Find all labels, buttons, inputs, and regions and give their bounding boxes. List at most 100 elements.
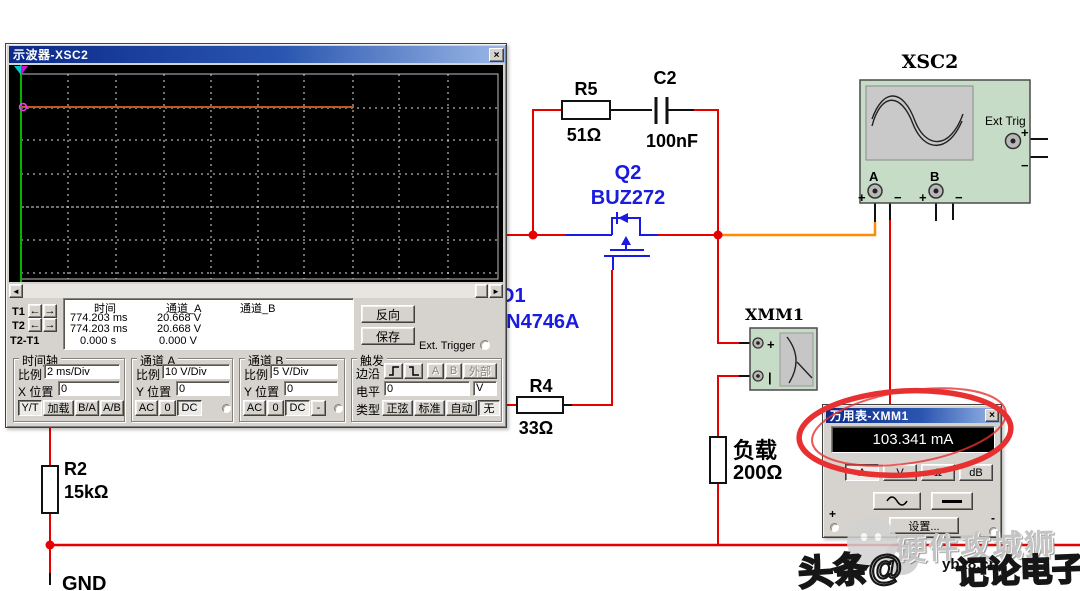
resistor-load[interactable]: 负载 200Ω — [710, 437, 782, 484]
trigger-source-b-button[interactable]: B — [445, 363, 462, 379]
resistor-r5[interactable]: R5 51Ω — [562, 79, 610, 145]
resistor-r4[interactable]: R4 33Ω — [517, 376, 563, 438]
oscilloscope-xsc2-icon[interactable]: XSC2 Ext Trig + − A B + − + − — [858, 51, 1030, 205]
mode-add-button[interactable]: 加载 — [43, 400, 74, 416]
channel-a-group: 通道 A 比例 Y 位置 AC 0 DC — [131, 358, 233, 422]
dc-dash-icon — [942, 500, 962, 503]
t2-right-button[interactable]: → — [43, 318, 57, 332]
channel-b-scale-label: 比例 — [244, 366, 268, 383]
scope-display — [9, 65, 503, 282]
channel-b-0-button[interactable]: 0 — [267, 400, 284, 416]
multimeter-titlebar[interactable]: 万用表-XMM1 — [826, 408, 1000, 423]
channel-b-ac-button[interactable]: AC — [243, 400, 266, 416]
gnd-label: GND — [62, 573, 106, 591]
trigger-edge-label: 边沿 — [356, 365, 380, 382]
svg-text:−: − — [894, 190, 902, 205]
svg-text:BUZ272: BUZ272 — [591, 187, 665, 209]
scope-scrollbar[interactable]: ◄ ► — [9, 284, 503, 298]
ac-mode-button[interactable] — [873, 492, 921, 510]
timebase-x-label: X 位置 — [18, 383, 53, 400]
trigger-source-ext-button[interactable]: 外部 — [463, 363, 497, 379]
channel-b-y-label: Y 位置 — [244, 383, 279, 400]
falling-edge-button[interactable] — [404, 363, 423, 379]
timebase-group: 时间轴 比例 X 位置 Y/T 加载 B/A A/B — [13, 358, 125, 422]
trigger-level-unit: V — [473, 381, 497, 396]
svg-text:A: A — [869, 169, 879, 184]
svg-text:+: + — [919, 190, 927, 205]
mm-minus-terminal[interactable] — [989, 527, 998, 536]
mode-ab-button[interactable]: A/B — [100, 400, 124, 416]
channel-a-y-label: Y 位置 — [136, 383, 171, 400]
svg-text:XMM1: XMM1 — [745, 305, 804, 324]
trigger-type-none-button[interactable]: 无 — [478, 400, 500, 416]
svg-text:+: + — [1021, 125, 1029, 140]
reverse-button[interactable]: 反向 — [361, 305, 415, 323]
t1-right-button[interactable]: → — [43, 304, 57, 318]
ext-trigger-radio[interactable] — [480, 340, 490, 350]
channel-b-scale-input[interactable] — [270, 364, 338, 379]
channel-a-dc-button[interactable]: DC — [177, 400, 202, 416]
svg-text:XSC2: XSC2 — [902, 51, 959, 73]
settings-button[interactable]: 设置... — [889, 517, 959, 534]
resistor-r2[interactable]: R2 15kΩ — [42, 459, 108, 513]
sine-icon — [886, 496, 908, 506]
mm-minus-label: - — [991, 511, 995, 525]
dt-value: 0.000 s — [80, 335, 116, 347]
mm-plus-terminal[interactable] — [830, 523, 839, 532]
timebase-scale-input[interactable] — [44, 364, 120, 379]
svg-text:R2: R2 — [64, 459, 87, 479]
channel-a-y-input[interactable] — [176, 381, 230, 396]
trigger-level-input[interactable] — [384, 381, 470, 396]
rising-edge-icon — [388, 365, 400, 377]
cursor-diff-label: T2-T1 — [10, 335, 39, 347]
mosfet-q2[interactable]: Q2 BUZ272 — [566, 162, 665, 270]
ohmmeter-button[interactable]: Ω — [921, 464, 955, 481]
scope-titlebar[interactable]: 示波器-XSC2 — [9, 46, 505, 63]
close-icon[interactable]: × — [489, 48, 504, 62]
mode-ba-button[interactable]: B/A — [75, 400, 99, 416]
dv-value: 0.000 V — [159, 335, 197, 347]
trigger-type-label: 类型 — [356, 401, 380, 418]
channel-a-scale-input[interactable] — [162, 364, 230, 379]
svg-text:R5: R5 — [574, 79, 597, 99]
svg-text:+: + — [767, 337, 775, 352]
channel-b-neg-button[interactable]: - — [311, 400, 326, 416]
close-icon[interactable]: × — [985, 409, 999, 422]
t2-left-button[interactable]: ← — [28, 318, 42, 332]
svg-text:C2: C2 — [653, 68, 676, 88]
svg-text:R4: R4 — [529, 376, 552, 396]
channel-a-ac-button[interactable]: AC — [135, 400, 158, 416]
save-button[interactable]: 保存 — [361, 327, 415, 345]
db-button[interactable]: dB — [959, 464, 993, 481]
voltmeter-button[interactable]: V — [883, 464, 917, 481]
scroll-right-button[interactable]: ► — [489, 284, 503, 298]
trigger-type-normal-button[interactable]: 标准 — [414, 400, 445, 416]
channel-a-0-button[interactable]: 0 — [159, 400, 176, 416]
t2-time-value: 774.203 ms — [70, 323, 127, 335]
svg-text:Q2: Q2 — [615, 162, 642, 184]
readout-col-chb: 通道_B — [240, 300, 275, 316]
rising-edge-button[interactable] — [384, 363, 403, 379]
trigger-source-a-button[interactable]: A — [427, 363, 444, 379]
trigger-type-auto-button[interactable]: 自动 — [446, 400, 477, 416]
oscilloscope-window: 示波器-XSC2 × ◄ — [5, 43, 507, 428]
channel-a-radio[interactable] — [222, 404, 231, 413]
dc-mode-button[interactable] — [931, 492, 973, 510]
svg-text:−: − — [1021, 158, 1029, 173]
ammeter-button[interactable]: A — [845, 464, 879, 481]
scroll-left-button[interactable]: ◄ — [9, 284, 23, 298]
cursor1-label: T1 — [12, 306, 25, 318]
channel-b-radio[interactable] — [334, 404, 343, 413]
scrollbar-thumb[interactable] — [475, 284, 488, 298]
svg-text:B: B — [930, 169, 939, 184]
t1-left-button[interactable]: ← — [28, 304, 42, 318]
timebase-x-input[interactable] — [58, 381, 120, 396]
svg-text:|: | — [768, 370, 772, 385]
channel-b-dc-button[interactable]: DC — [285, 400, 310, 416]
multimeter-xmm1-icon[interactable]: XMM1 + | — [745, 305, 817, 390]
multimeter-window-title: 万用表-XMM1 — [830, 407, 909, 424]
mode-yt-button[interactable]: Y/T — [18, 400, 42, 416]
channel-b-y-input[interactable] — [284, 381, 338, 396]
trigger-type-sine-button[interactable]: 正弦 — [382, 400, 413, 416]
svg-text:200Ω: 200Ω — [733, 462, 782, 484]
